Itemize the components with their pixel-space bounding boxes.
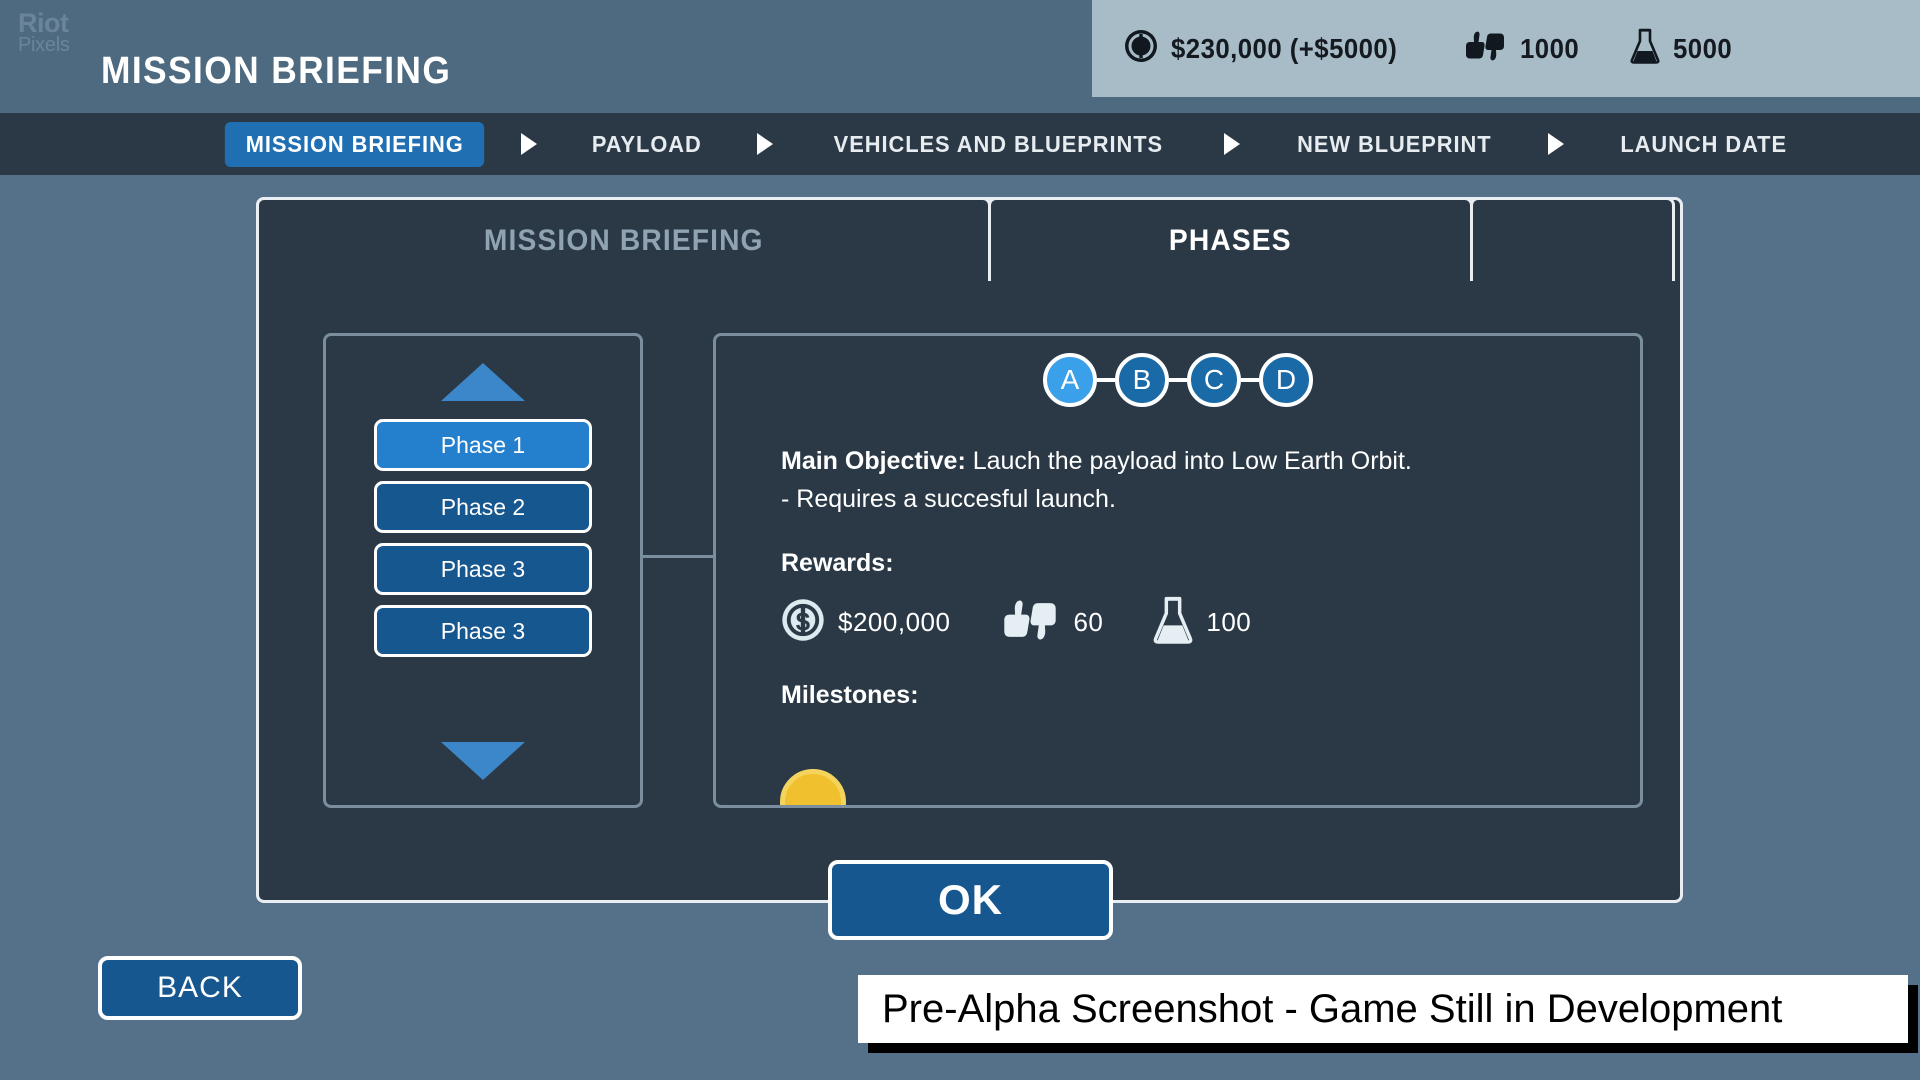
resource-cash: $ $230,000 (+$5000)	[1124, 29, 1417, 68]
resource-science-value: 5000	[1673, 32, 1733, 64]
main-objective-line: Main Objective: Lauch the payload into L…	[781, 444, 1620, 480]
node-connector	[1097, 378, 1115, 382]
reward-reputation: 60	[1000, 597, 1103, 648]
cash-icon: $	[781, 598, 825, 647]
resource-reputation: 1000	[1463, 29, 1584, 68]
phase-node-a[interactable]: A	[1043, 353, 1097, 407]
phase-node-c[interactable]: C	[1187, 353, 1241, 407]
resource-reputation-value: 1000	[1519, 32, 1580, 64]
node-connector	[1241, 378, 1259, 382]
reward-science-value: 100	[1206, 607, 1252, 637]
milestones-heading: Milestones:	[781, 681, 919, 709]
phase-node-d[interactable]: D	[1259, 353, 1313, 407]
breadcrumb: MISSION BRIEFING PAYLOAD VEHICLES AND BL…	[0, 113, 1920, 175]
tab-phases-label: PHASES	[1169, 223, 1292, 257]
reward-reputation-value: 60	[1073, 607, 1104, 637]
watermark-line-riot: Riot	[18, 8, 69, 38]
phase-list: Phase 1 Phase 2 Phase 3 Phase 3	[374, 419, 592, 657]
mission-briefing-dialog: Phase 1 Phase 2 Phase 3 Phase 3 A B C D …	[256, 197, 1683, 903]
phase-node-graph: A B C D	[1043, 353, 1313, 407]
panel-connector-line	[640, 555, 715, 558]
chevron-right-icon	[521, 133, 538, 155]
triangle-up-icon[interactable]	[441, 363, 525, 401]
resource-cash-value: $230,000 (+$5000)	[1171, 32, 1398, 64]
top-header: Riot Pixels MISSION BRIEFING $ $230,000 …	[0, 0, 1920, 113]
pre-alpha-banner-text: Pre-Alpha Screenshot - Game Still in Dev…	[882, 986, 1783, 1031]
reward-cash-value: $200,000	[838, 607, 951, 637]
breadcrumb-item-vehicles-and-blueprints[interactable]: VEHICLES AND BLUEPRINTS	[813, 122, 1184, 167]
phase-button-1[interactable]: Phase 1	[374, 419, 592, 471]
rewards-row: $ $200,000 60	[781, 596, 1620, 649]
milestone-badge[interactable]	[780, 769, 846, 805]
main-objective-text: Lauch the payload into Low Earth Orbit.	[965, 447, 1412, 475]
node-connector	[1169, 378, 1187, 382]
tab-phases[interactable]: PHASES	[988, 197, 1473, 281]
reputation-icon	[1463, 29, 1507, 68]
reward-cash: $ $200,000	[781, 598, 950, 647]
phase-button-4[interactable]: Phase 3	[374, 605, 592, 657]
tab-mission-briefing-label: MISSION BRIEFING	[483, 223, 764, 257]
breadcrumb-item-mission-briefing[interactable]: MISSION BRIEFING	[224, 121, 485, 167]
science-icon	[1153, 596, 1193, 649]
phase-button-2[interactable]: Phase 2	[374, 481, 592, 533]
breadcrumb-item-new-blueprint[interactable]: NEW BLUEPRINT	[1276, 122, 1512, 167]
resource-science: 5000	[1630, 28, 1737, 69]
pre-alpha-banner: Pre-Alpha Screenshot - Game Still in Dev…	[858, 975, 1908, 1043]
phase-list-panel: Phase 1 Phase 2 Phase 3 Phase 3	[323, 333, 643, 808]
chevron-right-icon	[1548, 133, 1565, 155]
triangle-down-icon[interactable]	[441, 742, 525, 780]
reward-science: 100	[1153, 596, 1251, 649]
tab-empty[interactable]	[1470, 197, 1675, 281]
main-objective-label: Main Objective:	[781, 447, 966, 475]
phase-node-b[interactable]: B	[1115, 353, 1169, 407]
phase-button-3[interactable]: Phase 3	[374, 543, 592, 595]
tab-mission-briefing[interactable]: MISSION BRIEFING	[256, 197, 991, 281]
page-title: MISSION BRIEFING	[101, 50, 452, 92]
breadcrumb-item-payload[interactable]: PAYLOAD	[571, 122, 723, 167]
chevron-right-icon	[1223, 133, 1240, 155]
breadcrumb-item-launch-date[interactable]: LAUNCH DATE	[1600, 122, 1808, 167]
chevron-right-icon	[757, 133, 774, 155]
phase-detail-panel: A B C D Main Objective: Lauch the payloa…	[713, 333, 1643, 808]
phase-detail-body: Main Objective: Lauch the payload into L…	[781, 444, 1620, 710]
cash-icon: $	[1124, 29, 1158, 68]
back-button[interactable]: BACK	[98, 956, 302, 1020]
tab-strip: MISSION BRIEFING PHASES	[256, 197, 1675, 281]
reputation-icon	[1000, 597, 1060, 648]
science-icon	[1630, 28, 1660, 69]
ok-button[interactable]: OK	[828, 860, 1113, 940]
resource-bar: $ $230,000 (+$5000) 1000	[1092, 0, 1920, 97]
watermark-line-pixels: Pixels	[18, 34, 70, 56]
riot-pixels-watermark: Riot Pixels	[18, 8, 70, 56]
requirement-line: - Requires a succesful launch.	[781, 484, 1116, 513]
rewards-heading: Rewards:	[781, 549, 894, 577]
